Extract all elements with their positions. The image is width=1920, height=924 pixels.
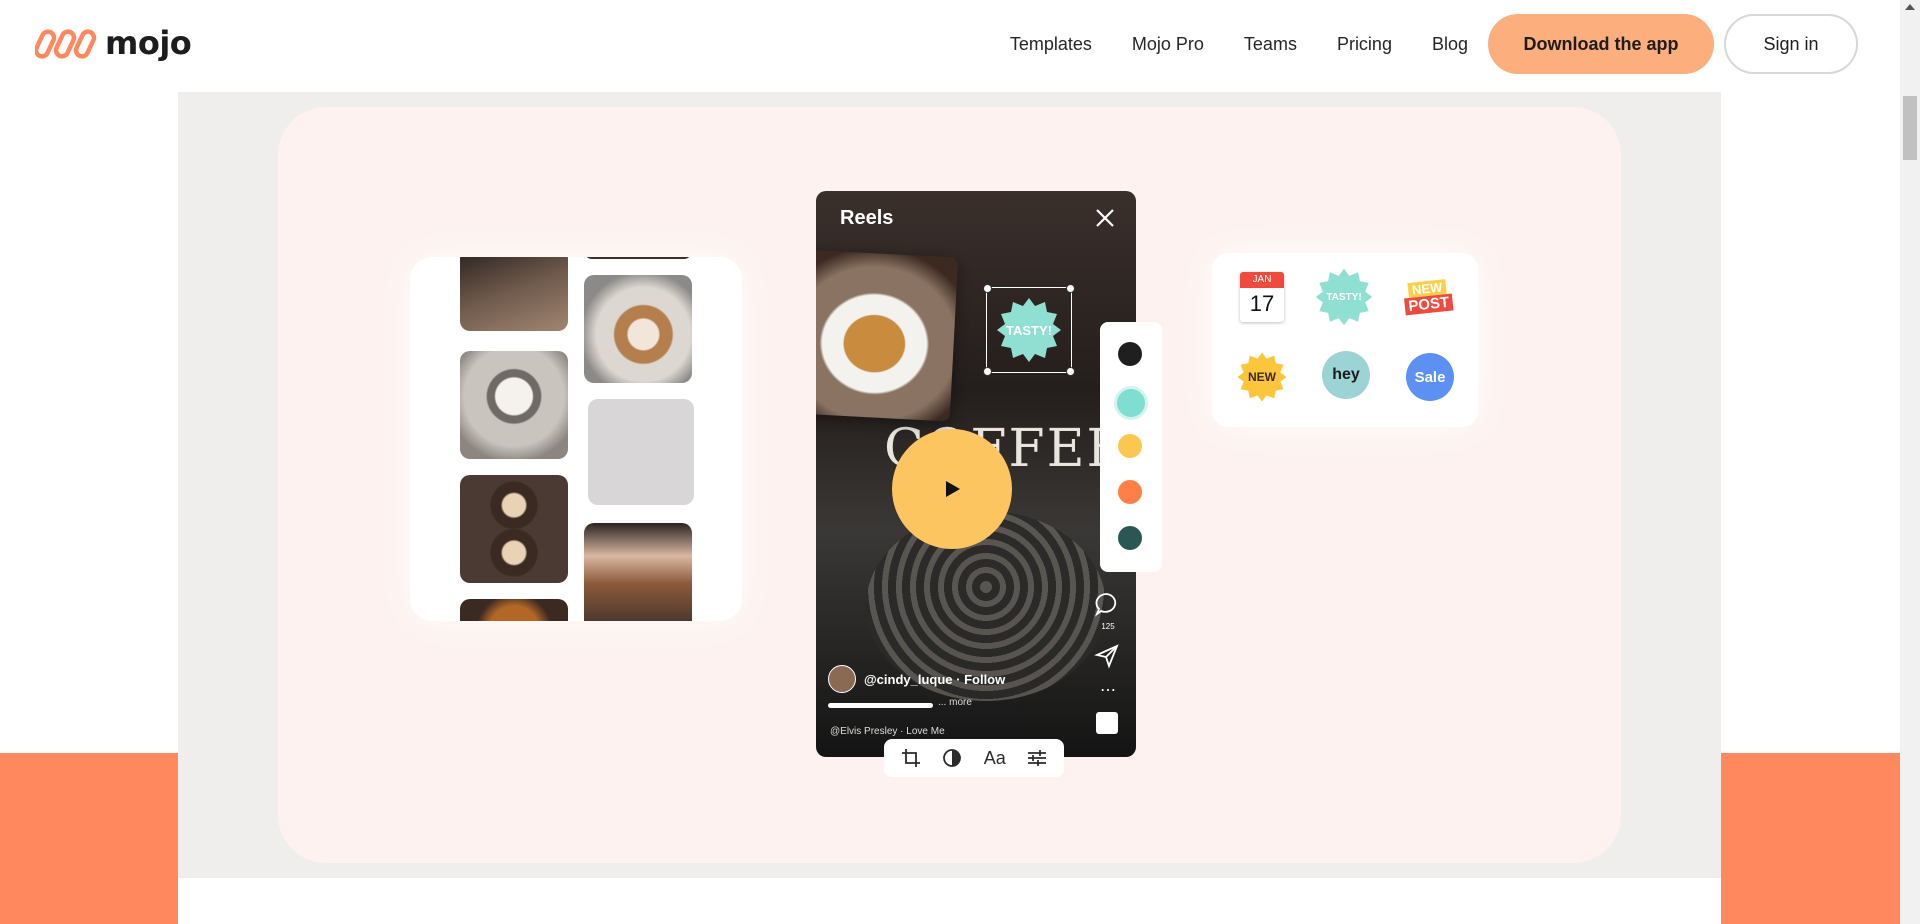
- user-handle[interactable]: @cindy_luque · Follow: [864, 672, 1005, 687]
- sticker-new-post-line2: POST: [1403, 293, 1454, 316]
- play-button[interactable]: [892, 429, 1012, 549]
- text-tool[interactable]: Aa: [984, 748, 1006, 769]
- site-header: mojo Templates Mojo Pro Teams Pricing Bl…: [0, 0, 1900, 92]
- resize-handle[interactable]: [1066, 284, 1075, 293]
- crop-icon[interactable]: [901, 748, 921, 768]
- nav-mojo-pro[interactable]: Mojo Pro: [1132, 34, 1204, 55]
- comment-icon[interactable]: [1094, 591, 1120, 617]
- logo[interactable]: mojo: [35, 24, 192, 62]
- photo-grid-panel: [410, 257, 742, 621]
- photo-cappuccino-top: [460, 351, 568, 459]
- photo-top-strip: [584, 257, 692, 259]
- edit-toolbar: Aa: [884, 739, 1064, 777]
- color-palette: [1100, 322, 1162, 572]
- caption-more[interactable]: ... more: [938, 697, 972, 708]
- sticker-calendar[interactable]: JAN 17: [1232, 267, 1292, 327]
- selected-sticker[interactable]: TASTY!: [983, 284, 1075, 376]
- sticker-hey-text: hey: [1332, 366, 1360, 383]
- contrast-icon[interactable]: [942, 748, 962, 768]
- sticker-panel: JAN 17 TASTY! NEW POST NEW hey Sale: [1212, 253, 1478, 427]
- photo-espresso-pour: [460, 257, 568, 331]
- caption-bar: [828, 703, 933, 708]
- calendar-day: 17: [1249, 291, 1275, 316]
- follow-row[interactable]: @cindy_luque · Follow: [828, 665, 1005, 693]
- photo-bottom-cup: [460, 599, 568, 621]
- close-icon[interactable]: [1094, 207, 1116, 229]
- sticker-new[interactable]: NEW: [1232, 347, 1292, 407]
- photo-two-lattes: [460, 475, 568, 583]
- nav-blog[interactable]: Blog: [1432, 34, 1468, 55]
- phone-title: Reels: [840, 207, 894, 229]
- calendar-month: JAN: [1240, 272, 1284, 288]
- logo-text: mojo: [105, 24, 192, 62]
- sticker-new-post[interactable]: NEW POST: [1395, 264, 1461, 330]
- sticker-sale-text: Sale: [1414, 368, 1446, 386]
- swatch-black[interactable]: [1118, 342, 1142, 366]
- sticker-tasty[interactable]: TASTY!: [1314, 267, 1374, 327]
- nav-pricing[interactable]: Pricing: [1337, 34, 1392, 55]
- photo-latte-art: [584, 275, 692, 383]
- page-scrollbar[interactable]: [1900, 0, 1920, 924]
- sticker-sale[interactable]: Sale: [1400, 347, 1460, 407]
- reel-side-actions: 125 ⋯: [1094, 591, 1122, 734]
- nav-templates[interactable]: Templates: [1010, 34, 1092, 55]
- sliders-icon[interactable]: [1027, 748, 1047, 768]
- scroll-up-arrow-icon[interactable]: [1905, 4, 1915, 10]
- hero-section: COFFEE Reels TASTY! @cindy_luque · Follo…: [178, 92, 1721, 924]
- tasty-sticker: TASTY!: [995, 296, 1063, 364]
- sticker-new-text: NEW: [1248, 370, 1276, 384]
- swatch-orange[interactable]: [1118, 480, 1142, 504]
- hero-card: COFFEE Reels TASTY! @cindy_luque · Follo…: [278, 107, 1621, 863]
- scroll-thumb[interactable]: [1903, 96, 1917, 160]
- main-nav: Templates Mojo Pro Teams Pricing Blog Do…: [1010, 14, 1858, 74]
- comment-count: 125: [1101, 622, 1115, 631]
- resize-handle[interactable]: [1066, 367, 1075, 376]
- section-bottom: [178, 878, 1721, 924]
- sign-in-button[interactable]: Sign in: [1724, 14, 1858, 74]
- photo-pour-over: [584, 523, 692, 621]
- mojo-logo-icon: [35, 29, 97, 59]
- swatch-yellow[interactable]: [1118, 434, 1142, 458]
- swatch-teal[interactable]: [1114, 386, 1148, 420]
- more-icon[interactable]: ⋯: [1094, 680, 1122, 700]
- music-line: @Elvis Presley · Love Me: [830, 726, 945, 737]
- download-app-button[interactable]: Download the app: [1488, 14, 1714, 74]
- avatar: [828, 665, 856, 693]
- sticker-tasty-text: TASTY!: [1326, 291, 1362, 303]
- audio-thumbnail[interactable]: [1096, 712, 1118, 734]
- photo-placeholder: [588, 399, 694, 505]
- resize-handle[interactable]: [983, 284, 992, 293]
- sticker-hey[interactable]: hey: [1316, 345, 1376, 405]
- swatch-dark-teal[interactable]: [1118, 526, 1142, 550]
- resize-handle[interactable]: [983, 367, 992, 376]
- tasty-sticker-text: TASTY!: [1006, 322, 1052, 338]
- play-icon: [946, 481, 960, 497]
- nav-teams[interactable]: Teams: [1244, 34, 1297, 55]
- send-icon[interactable]: [1094, 643, 1120, 669]
- cup-photo-card: [816, 248, 959, 422]
